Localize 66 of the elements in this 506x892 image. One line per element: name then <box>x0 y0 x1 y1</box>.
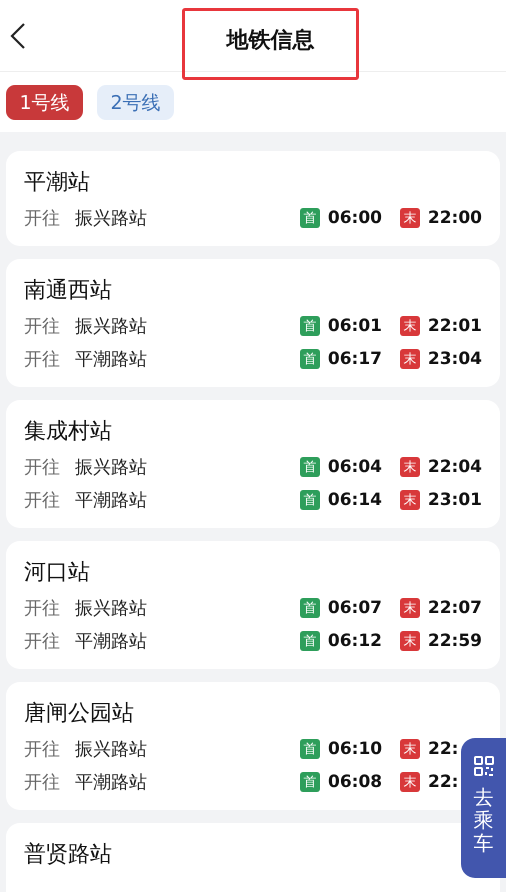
toward-label: 开往 <box>24 314 61 338</box>
first-train-time: 06:12 <box>328 630 383 650</box>
last-train-badge: 末 <box>400 630 420 650</box>
first-train-badge: 首 <box>300 456 320 476</box>
destination-name: 平潮路站 <box>75 770 148 794</box>
qr-code-icon[interactable] <box>474 756 494 776</box>
last-train-time: 22:07 <box>428 598 482 618</box>
ride-button[interactable]: 去乘车 <box>461 738 506 878</box>
last-train-badge: 末 <box>400 348 420 368</box>
last-train-badge: 末 <box>400 738 420 758</box>
destination-name: 振兴路站 <box>75 596 148 620</box>
first-train-badge: 首 <box>300 738 320 758</box>
first-train-time: 06:07 <box>328 598 383 618</box>
first-train-badge: 首 <box>300 490 320 510</box>
first-train-time: 06:10 <box>328 738 384 758</box>
last-train-badge: 末 <box>400 208 420 228</box>
toward-label: 开往 <box>24 456 61 478</box>
first-train-time: 06:14 <box>328 490 383 510</box>
last-train-badge: 末 <box>400 772 420 792</box>
toward-label: 开往 <box>24 596 61 620</box>
toward-label: 开往 <box>24 770 61 794</box>
destination-name: 平潮路站 <box>75 630 148 652</box>
last-train-badge: 末 <box>400 598 420 618</box>
first-train-badge: 首 <box>300 348 320 368</box>
station-name: 唐闸公园站 <box>24 700 135 728</box>
last-train-badge: 末 <box>400 490 420 510</box>
destination-name: 平潮路站 <box>75 488 148 512</box>
first-train-time: 06:08 <box>328 772 384 792</box>
station-name: 集成村站 <box>24 418 113 446</box>
back-button[interactable] <box>10 22 26 48</box>
page-title: 地铁信息 <box>226 27 314 55</box>
last-train-time: 22:59 <box>428 630 482 650</box>
toward-label: 开往 <box>24 348 61 370</box>
last-train-time: 22:01 <box>428 316 482 336</box>
first-train-time: 06:00 <box>328 208 383 228</box>
last-train-time: 22:04 <box>428 456 482 476</box>
last-train-time: 22: <box>428 738 460 758</box>
first-train-time: 06:01 <box>328 316 383 336</box>
toward-label: 开往 <box>24 488 61 512</box>
toward-label: 开往 <box>24 206 61 230</box>
station-name: 普贤路站 <box>24 841 113 869</box>
first-train-time: 06:04 <box>328 456 383 476</box>
toward-label: 开往 <box>24 738 61 760</box>
station-name: 平潮站 <box>24 169 91 197</box>
last-train-badge: 末 <box>400 316 420 336</box>
first-train-badge: 首 <box>300 316 320 336</box>
last-train-time: 22:00 <box>428 208 482 228</box>
first-train-badge: 首 <box>300 772 320 792</box>
last-train-time: 23:04 <box>428 348 482 368</box>
destination-name: 振兴路站 <box>75 738 148 760</box>
destination-name: 振兴路站 <box>75 206 148 230</box>
toward-label: 开往 <box>24 630 61 652</box>
line-tab[interactable]: 1号线 <box>6 85 83 120</box>
first-train-badge: 首 <box>300 598 320 618</box>
last-train-time: 22: <box>428 772 460 792</box>
line-tab[interactable]: 2号线 <box>97 85 174 120</box>
first-train-time: 06:17 <box>328 348 383 368</box>
destination-name: 振兴路站 <box>75 456 148 478</box>
first-train-badge: 首 <box>300 630 320 650</box>
last-train-badge: 末 <box>400 456 420 476</box>
first-train-badge: 首 <box>300 208 320 228</box>
last-train-time: 23:01 <box>428 490 482 510</box>
destination-name: 平潮路站 <box>75 348 148 370</box>
destination-name: 振兴路站 <box>75 314 148 338</box>
station-name: 河口站 <box>24 559 91 587</box>
station-name: 南通西站 <box>24 277 113 305</box>
